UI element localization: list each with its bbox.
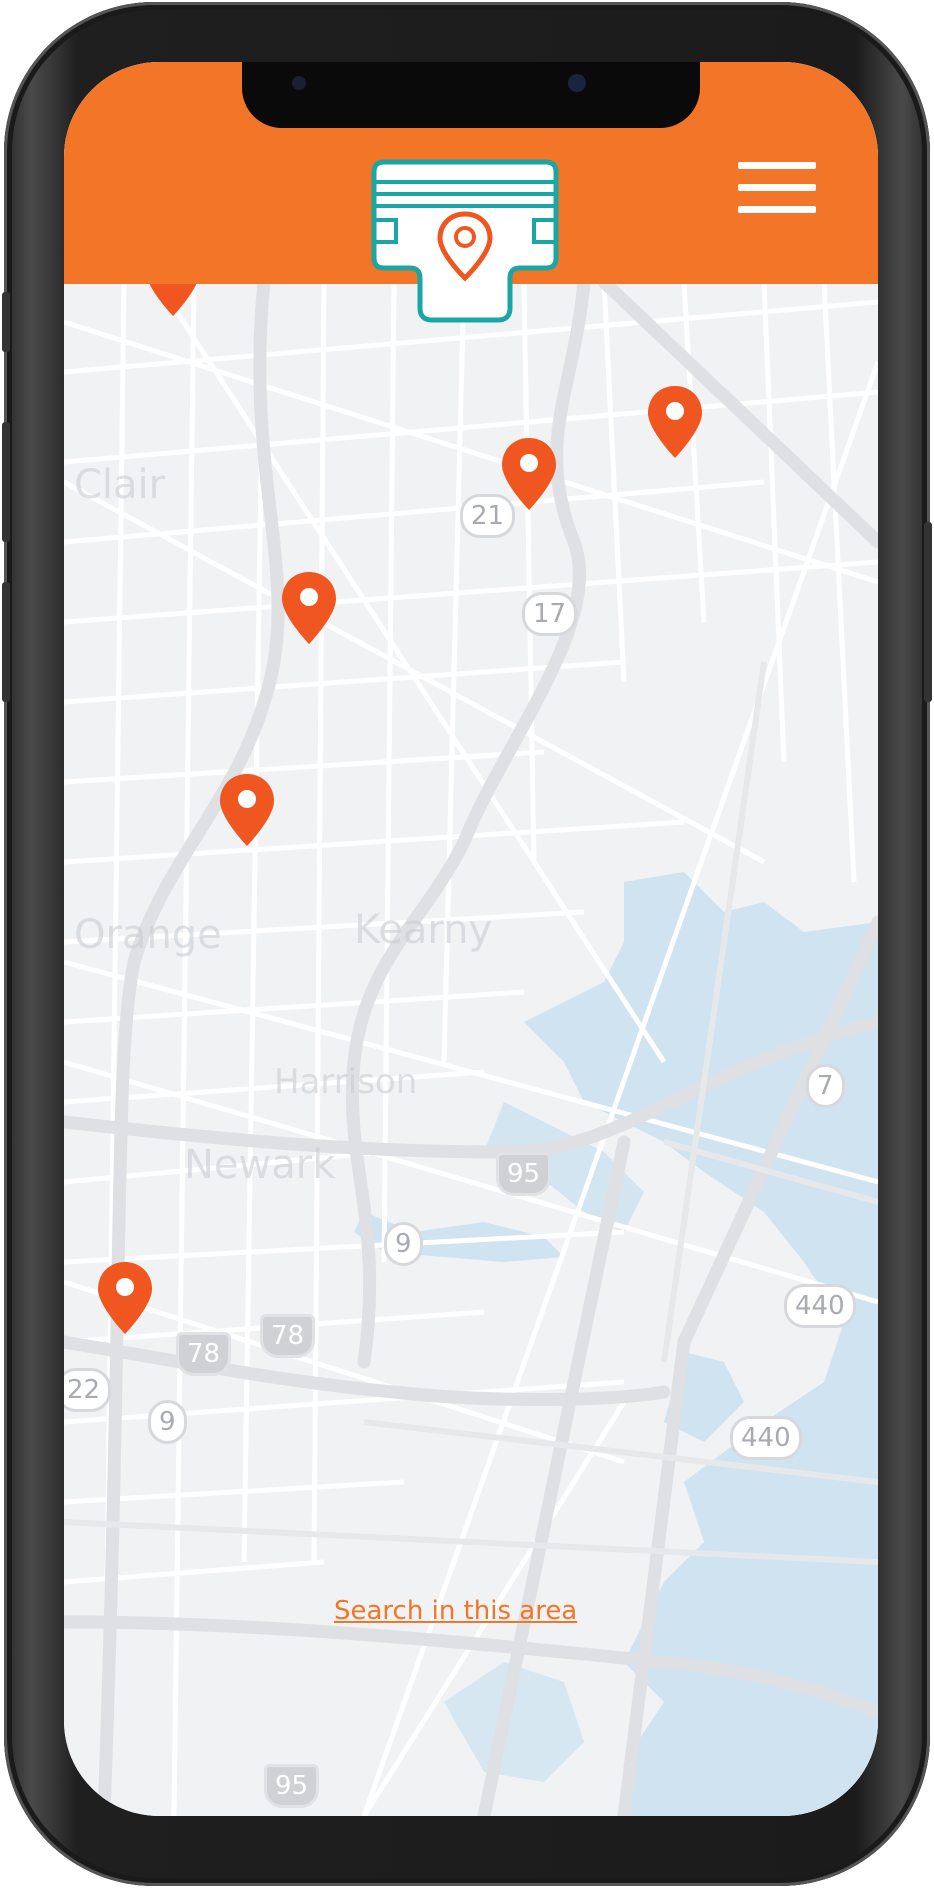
phone-volume-down-button <box>2 582 10 702</box>
map-place-label: Harrison <box>274 1062 418 1102</box>
map-place-label: Kearny <box>354 907 493 953</box>
route-shield: 9 <box>384 1222 423 1266</box>
route-shield: 78 <box>260 1314 316 1358</box>
location-pin[interactable] <box>500 436 558 512</box>
map-place-label: Newark <box>184 1142 336 1188</box>
phone-volume-up-button <box>2 422 10 542</box>
route-shield: 17 <box>522 592 578 636</box>
location-pin[interactable] <box>280 570 338 646</box>
hamburger-menu-icon[interactable] <box>738 162 818 218</box>
route-shield: 95 <box>496 1152 552 1196</box>
phone-screen: Clair Orange Kearny Harrison Newark 21 1… <box>64 62 878 1816</box>
route-shield: 440 <box>784 1284 856 1328</box>
location-pin[interactable] <box>96 1260 154 1336</box>
diaper-location-logo-icon[interactable] <box>370 158 560 328</box>
search-in-area-link[interactable]: Search in this area <box>334 1596 577 1626</box>
phone-frame: Clair Orange Kearny Harrison Newark 21 1… <box>2 2 932 1886</box>
route-shield: 440 <box>730 1416 802 1460</box>
route-shield: 7 <box>806 1064 845 1108</box>
map-place-label: Clair <box>74 462 166 508</box>
front-sensor-icon <box>292 76 306 90</box>
phone-side-button <box>2 292 10 352</box>
location-pin[interactable] <box>218 772 276 848</box>
phone-power-button <box>924 522 932 702</box>
route-shield: 78 <box>176 1332 232 1376</box>
route-shield: 95 <box>264 1764 320 1808</box>
map-place-label: Orange <box>74 912 222 958</box>
route-shield: 9 <box>148 1400 187 1444</box>
phone-notch <box>242 62 700 128</box>
front-camera-icon <box>568 74 586 92</box>
route-shield: 22 <box>64 1368 112 1412</box>
location-pin[interactable] <box>646 384 704 460</box>
